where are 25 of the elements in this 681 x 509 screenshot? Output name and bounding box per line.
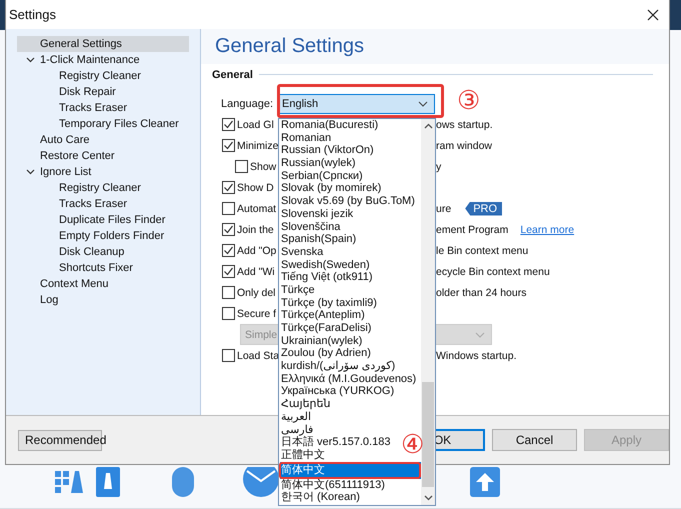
option-label: Automat xyxy=(237,202,276,214)
option-label: ows startup. xyxy=(436,118,493,130)
option-label: Show D xyxy=(237,182,274,194)
option-label: ecycle Bin context menu xyxy=(436,266,550,278)
option-label: Only del xyxy=(237,286,276,298)
option-label: ement Program xyxy=(436,224,508,236)
language-label: Language: xyxy=(221,98,274,110)
option-label: y xyxy=(436,160,442,172)
option-label: Secure f xyxy=(237,308,276,320)
option-label: ure xyxy=(436,202,452,214)
option-label: Load Gl xyxy=(237,118,274,130)
option-label: Join the xyxy=(237,224,274,236)
panel-title: General Settings xyxy=(215,35,364,58)
option-label: Minimize xyxy=(237,140,278,152)
window-title: Settings xyxy=(9,7,57,22)
option-label: Add "Wi xyxy=(237,266,275,278)
option-label: Windows startup. xyxy=(436,350,517,362)
option-label: Show xyxy=(250,160,276,172)
pro-badge: PRO xyxy=(465,202,502,216)
option-label: ram window xyxy=(436,140,492,152)
step-number: ③ xyxy=(457,87,480,115)
option-label: older than 24 hours xyxy=(436,286,526,298)
section-title: General xyxy=(212,68,253,80)
option-label: Add "Op xyxy=(237,244,276,256)
option-label: le Bin context menu xyxy=(436,244,528,256)
